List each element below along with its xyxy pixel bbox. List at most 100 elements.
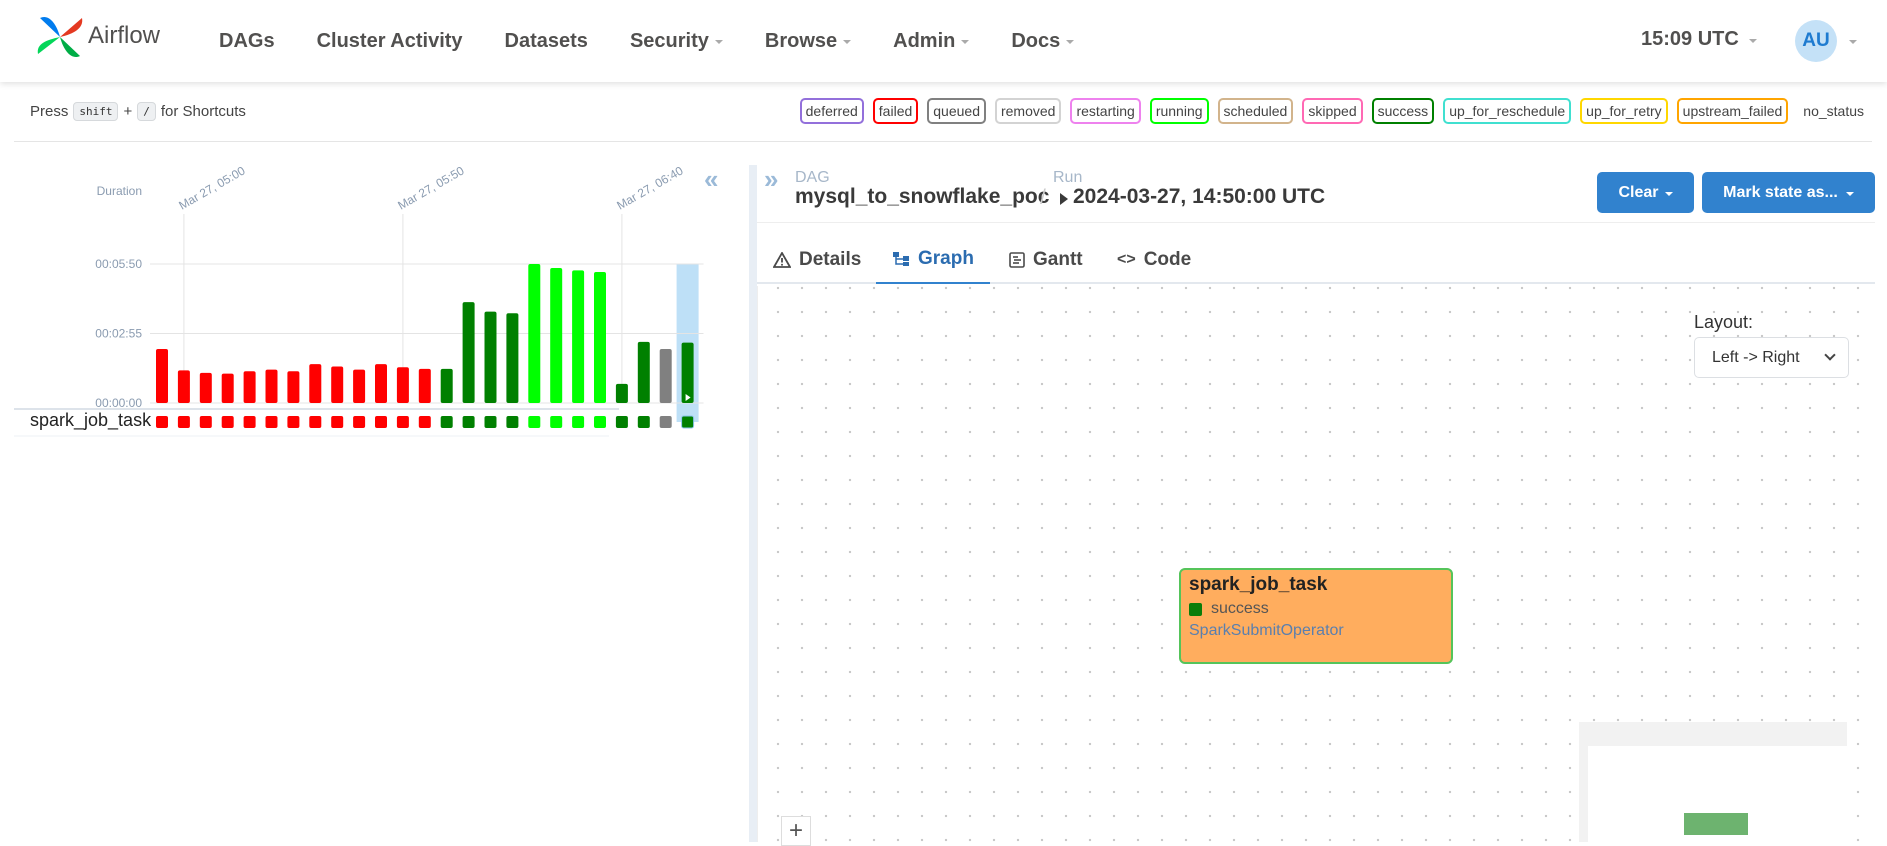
status-filter-upstream-failed[interactable]: upstream_failed — [1676, 98, 1789, 124]
tab-details[interactable]: Details — [773, 236, 861, 284]
task-instance-square[interactable] — [375, 416, 387, 428]
status-filter-up-for-retry[interactable]: up_for_retry — [1580, 98, 1668, 124]
duration-bar[interactable] — [331, 366, 344, 403]
nav-datasets[interactable]: Datasets — [505, 30, 588, 53]
tab-gantt[interactable]: Gantt — [1009, 236, 1083, 284]
task-instance-square[interactable] — [550, 416, 563, 428]
nav-security[interactable]: Security — [630, 30, 723, 53]
duration-bar[interactable] — [462, 302, 475, 403]
status-filter-scheduled[interactable]: scheduled — [1217, 98, 1294, 124]
duration-bar[interactable] — [177, 370, 190, 403]
duration-bar[interactable] — [615, 383, 628, 403]
task-instance-square[interactable] — [309, 416, 322, 428]
duration-bar[interactable] — [440, 368, 453, 403]
task-instance-square[interactable] — [177, 416, 190, 428]
status-filter-restarting[interactable]: restarting — [1070, 98, 1141, 124]
status-filter-no-status[interactable]: no_status — [1797, 98, 1870, 124]
nav-browse[interactable]: Browse — [764, 29, 852, 53]
task-instance-square[interactable] — [156, 416, 168, 428]
task-instance-square[interactable] — [265, 416, 278, 428]
airflow-logo-icon[interactable] — [34, 12, 86, 62]
duration-bar[interactable] — [221, 373, 234, 403]
task-instance-square[interactable] — [484, 416, 497, 428]
task-instance-square[interactable] — [221, 416, 234, 428]
status-filter-failed[interactable]: failed — [872, 98, 919, 124]
task-instance-square[interactable] — [681, 415, 695, 429]
breadcrumb-separator: / — [1040, 186, 1046, 209]
nav-cluster-activity[interactable]: Cluster Activity — [317, 30, 463, 53]
task-node-title: spark_job_task — [1189, 574, 1328, 595]
nav-browse-label: Browse — [764, 29, 838, 52]
caret-down-icon[interactable] — [1849, 40, 1857, 44]
status-filter-success[interactable]: success — [1371, 98, 1435, 124]
duration-bar[interactable] — [375, 364, 387, 403]
user-avatar[interactable]: AU — [1795, 20, 1837, 62]
duration-bar[interactable] — [199, 372, 212, 403]
task-instance-square[interactable] — [418, 416, 431, 428]
status-filter-up-for-reschedule[interactable]: up_for_reschedule — [1443, 98, 1572, 124]
duration-bar[interactable] — [572, 270, 585, 403]
duration-bar[interactable] — [156, 348, 168, 403]
tab-graph[interactable]: Graph — [876, 236, 990, 284]
task-instance-square[interactable] — [331, 416, 344, 428]
duration-bar[interactable] — [265, 369, 278, 403]
task-instance-square[interactable] — [462, 416, 475, 428]
divider — [757, 222, 1875, 223]
duration-bar[interactable] — [396, 367, 409, 403]
task-instance-square[interactable] — [615, 416, 628, 428]
task-node[interactable]: spark_job_task success SparkSubmitOperat… — [1179, 568, 1453, 664]
tab-code[interactable]: <> Code — [1117, 236, 1191, 284]
utc-clock-dropdown[interactable]: 15:09 UTC — [1641, 28, 1757, 51]
task-instance-square[interactable] — [287, 416, 300, 428]
duration-bar[interactable] — [243, 371, 256, 403]
status-filter-removed[interactable]: removed — [994, 98, 1062, 124]
layout-select[interactable]: Left -> Right — [1694, 337, 1849, 378]
play-triangle-icon — [1060, 193, 1068, 205]
duration-bar[interactable] — [550, 267, 563, 403]
brand-name[interactable]: Airflow — [88, 22, 160, 50]
task-instance-square[interactable] — [506, 416, 519, 428]
task-node-state-label: success — [1211, 600, 1269, 617]
task-instance-square[interactable] — [572, 416, 585, 428]
panel-resize-handle[interactable] — [749, 165, 757, 842]
y-tick-label: 00:05:50 — [95, 257, 142, 271]
nav-datasets-label: Datasets — [504, 29, 588, 52]
duration-bar[interactable] — [681, 342, 694, 403]
layout-select-value: Left -> Right — [1712, 348, 1800, 366]
task-instance-square[interactable] — [594, 416, 606, 428]
duration-bar[interactable] — [659, 348, 672, 403]
duration-bar[interactable] — [528, 264, 541, 403]
duration-bar[interactable] — [287, 371, 300, 403]
duration-bar[interactable] — [309, 364, 322, 403]
mark-state-button[interactable]: Mark state as... — [1702, 172, 1875, 213]
nav-docs[interactable]: Docs — [1011, 30, 1075, 53]
duration-bar[interactable] — [484, 311, 497, 403]
status-filter-deferred[interactable]: deferred — [799, 98, 864, 124]
task-instance-square[interactable] — [528, 416, 541, 428]
task-instance-square[interactable] — [659, 416, 672, 428]
duration-bar[interactable] — [353, 369, 366, 403]
collapse-grid-icon[interactable]: « — [704, 164, 718, 195]
breadcrumb-dag-id[interactable]: mysql_to_snowflake_poc — [795, 185, 1049, 209]
clear-button[interactable]: Clear — [1597, 172, 1694, 213]
task-instance-square[interactable] — [396, 416, 409, 428]
task-instance-square[interactable] — [199, 416, 212, 428]
task-instance-square[interactable] — [440, 416, 453, 428]
nav-dags[interactable]: DAGs — [219, 30, 275, 53]
duration-bar[interactable] — [418, 368, 431, 403]
shortcuts-hint[interactable]: Press shift + / for Shortcuts — [30, 102, 246, 121]
grid-task-name[interactable]: spark_job_task — [30, 410, 151, 431]
caret-down-icon — [1066, 40, 1075, 44]
status-filter-skipped[interactable]: skipped — [1302, 98, 1363, 124]
status-filter-queued[interactable]: queued — [927, 98, 986, 124]
task-instance-square[interactable] — [637, 416, 650, 428]
nav-admin[interactable]: Admin — [893, 30, 970, 53]
duration-bar[interactable] — [506, 313, 519, 403]
task-instance-square[interactable] — [243, 416, 256, 428]
status-filter-running[interactable]: running — [1149, 98, 1209, 124]
task-instance-square[interactable] — [353, 416, 366, 428]
breadcrumb-run-id[interactable]: 2024-03-27, 14:50:00 UTC — [1073, 185, 1325, 209]
duration-bar[interactable] — [594, 271, 606, 403]
expand-details-icon[interactable]: » — [764, 164, 778, 195]
duration-bar[interactable] — [637, 341, 650, 403]
